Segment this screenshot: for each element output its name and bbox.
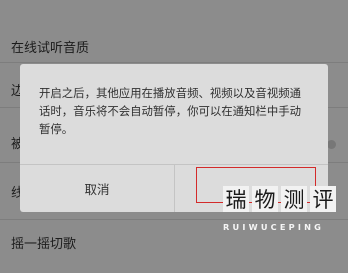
toggle-knob-icon[interactable] [327, 140, 336, 149]
settings-row-label: 摇一摇切歌 [11, 237, 77, 252]
watermark-text: RUIWUCEPING [223, 222, 325, 232]
watermark-glyph: 评 [310, 186, 336, 212]
settings-row-audition-quality[interactable]: 在线试听音质 [0, 0, 348, 63]
cancel-button[interactable]: 取消 [20, 165, 174, 212]
watermark-logo: 瑞 物 测 评 RUIWUCEPING [223, 186, 341, 266]
watermark-glyph: 测 [281, 186, 307, 212]
watermark-glyphs: 瑞 物 测 评 [223, 186, 341, 212]
watermark-glyph: 物 [252, 186, 278, 212]
settings-row-label: 在线试听音质 [11, 41, 90, 56]
dialog-message: 开启之后，其他应用在播放音频、视频以及音视频通话时，音乐将不会自动暂停，你可以在… [39, 86, 301, 136]
watermark-glyph: 瑞 [223, 186, 249, 212]
